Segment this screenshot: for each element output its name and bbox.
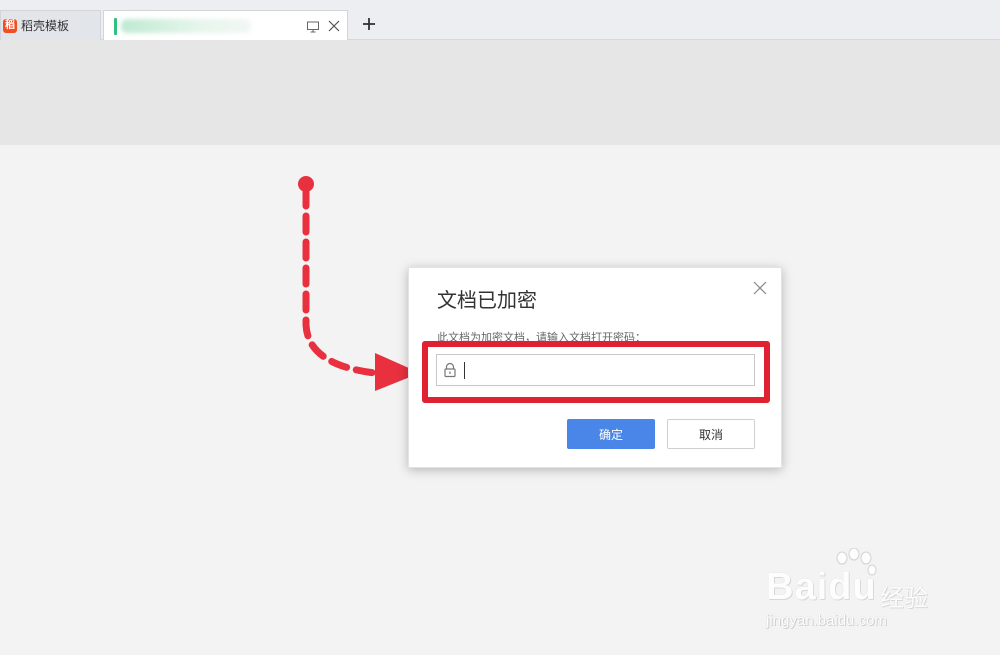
- password-field[interactable]: [436, 354, 755, 386]
- new-tab-plus-icon[interactable]: [359, 14, 379, 34]
- ok-button[interactable]: 确定: [567, 419, 655, 449]
- docer-logo-icon: 稻: [3, 18, 17, 33]
- document-icon: [114, 18, 117, 35]
- watermark-url: jingyan.baidu.com: [766, 612, 887, 629]
- monitor-icon[interactable]: [306, 20, 320, 34]
- password-input[interactable]: [467, 358, 751, 384]
- watermark-brand: Baidu: [766, 566, 877, 608]
- watermark-product: 经验: [880, 584, 928, 612]
- close-icon[interactable]: [327, 19, 341, 33]
- encrypted-document-dialog: 文档已加密 此文档为加密文档，请输入文档打开密码： 确定 取消: [408, 267, 782, 468]
- dialog-close-icon[interactable]: [753, 281, 767, 295]
- tab-docer-template[interactable]: 稻 稻壳模板: [0, 10, 101, 40]
- text-caret: [464, 362, 465, 379]
- tab-label-blurred: [121, 19, 251, 33]
- toolbar-area: [0, 40, 1000, 145]
- tab-document[interactable]: [103, 10, 348, 40]
- tab-bar: 稻 稻壳模板: [0, 0, 1000, 40]
- lock-icon: [444, 362, 456, 378]
- cancel-button[interactable]: 取消: [667, 419, 755, 449]
- dialog-title: 文档已加密: [437, 288, 537, 312]
- baidu-jingyan-watermark: Baidu 经验 jingyan.baidu.com: [760, 548, 960, 638]
- tab-label: 稻壳模板: [21, 19, 70, 33]
